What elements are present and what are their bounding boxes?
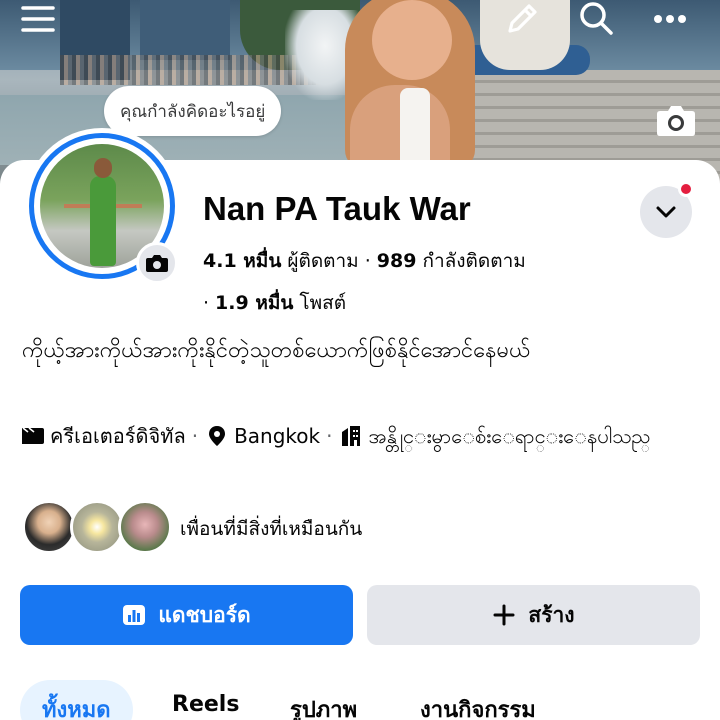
profile-name: Nan PA Tauk War <box>203 190 471 227</box>
create-label: สร้าง <box>528 602 575 627</box>
separator-dot: · <box>326 424 333 448</box>
posts-label: โพสต์ <box>299 292 347 314</box>
follow-stats: 4.1 หมื่น ผู้ติดตาม · 989 กำลังติดตาม <box>203 246 526 276</box>
dashboard-button[interactable]: แดชบอร์ด <box>20 585 353 645</box>
mutual-friends-label: เพื่อนที่มีสิ่งที่เหมือนกัน <box>180 518 363 540</box>
location-item[interactable]: Bangkok <box>204 424 320 448</box>
thought-prompt: คุณกำลังคิดอะไรอยู่ <box>120 101 266 122</box>
video-camera-icon <box>22 427 44 444</box>
profile-tabs: ทั้งหมด Reels รูปภาพ งานกิจกรรม <box>20 680 720 720</box>
profile-info-row: ครีเอเตอร์ดิจิทัล · Bangkok · အန္တိုင္းမွာေစ… <box>20 422 710 450</box>
mutual-friends[interactable]: เพื่อนที่มีสิ่งที่เหมือนกัน <box>22 500 522 554</box>
mutual-friend-avatar <box>22 500 76 554</box>
camera-icon <box>146 255 168 272</box>
tab-reels[interactable]: Reels <box>150 680 261 720</box>
location-pin-icon <box>209 426 226 446</box>
camera-icon <box>657 106 695 136</box>
chevron-down-icon <box>656 206 676 218</box>
cover-crowd <box>60 55 320 85</box>
search-icon[interactable] <box>574 0 618 38</box>
following-label: กำลังติดตาม <box>422 250 526 272</box>
tab-events[interactable]: งานกิจกรรม <box>398 680 558 720</box>
dashboard-label: แดชบอร์ด <box>158 602 251 627</box>
posts-count: 1.9 หมื่น <box>215 292 294 314</box>
plus-icon <box>492 603 516 627</box>
more-icon[interactable] <box>648 0 692 38</box>
followers-link[interactable]: 4.1 หมื่น ผู้ติดตาม <box>203 250 359 272</box>
create-button[interactable]: สร้าง <box>367 585 700 645</box>
workplace-building-icon <box>342 426 361 446</box>
cover-building <box>140 0 230 60</box>
followers-count: 4.1 หมื่น <box>203 250 282 272</box>
tab-photos[interactable]: รูปภาพ <box>268 680 379 720</box>
posts-stats: · 1.9 หมื่น โพสต์ <box>203 288 346 318</box>
menu-icon[interactable] <box>16 0 60 38</box>
edit-icon[interactable] <box>500 0 544 38</box>
tab-all[interactable]: ทั้งหมด <box>20 680 133 720</box>
cover-person-face <box>372 0 452 80</box>
following-count: 989 <box>376 250 417 272</box>
avatar-figure <box>90 176 116 266</box>
followers-label: ผู้ติดตาม <box>287 250 359 272</box>
cover-camera-button[interactable] <box>656 100 696 140</box>
separator-dot: · <box>203 292 210 314</box>
separator-dot: · <box>364 250 371 272</box>
thought-bubble[interactable]: คุณกำลังคิดอะไรอยู่ <box>104 86 282 136</box>
mutual-friend-avatar <box>118 500 172 554</box>
following-link[interactable]: 989 กำลังติดตาม <box>377 250 526 272</box>
location-label: Bangkok <box>234 424 321 448</box>
category-item: ครีเอเตอร์ดิจิทัล <box>20 424 186 448</box>
separator-dot: · <box>191 424 199 448</box>
avatar-camera-button[interactable] <box>136 242 178 284</box>
category-label: ครีเอเตอร์ดิจิทัล <box>50 424 186 448</box>
bar-chart-icon <box>122 603 146 627</box>
profile-bio: ကိုယ့်အားကိုယ်အားကိုးနိုင်တဲ့သူတစ်ယောက်ဖ… <box>22 338 531 363</box>
notification-dot <box>678 181 694 197</box>
workplace-label: အန္တိုင္းမွာေစ်းေရာင္းေနပါသည္ <box>368 424 651 448</box>
mutual-friend-avatar <box>70 500 124 554</box>
avatar-head <box>94 158 112 178</box>
